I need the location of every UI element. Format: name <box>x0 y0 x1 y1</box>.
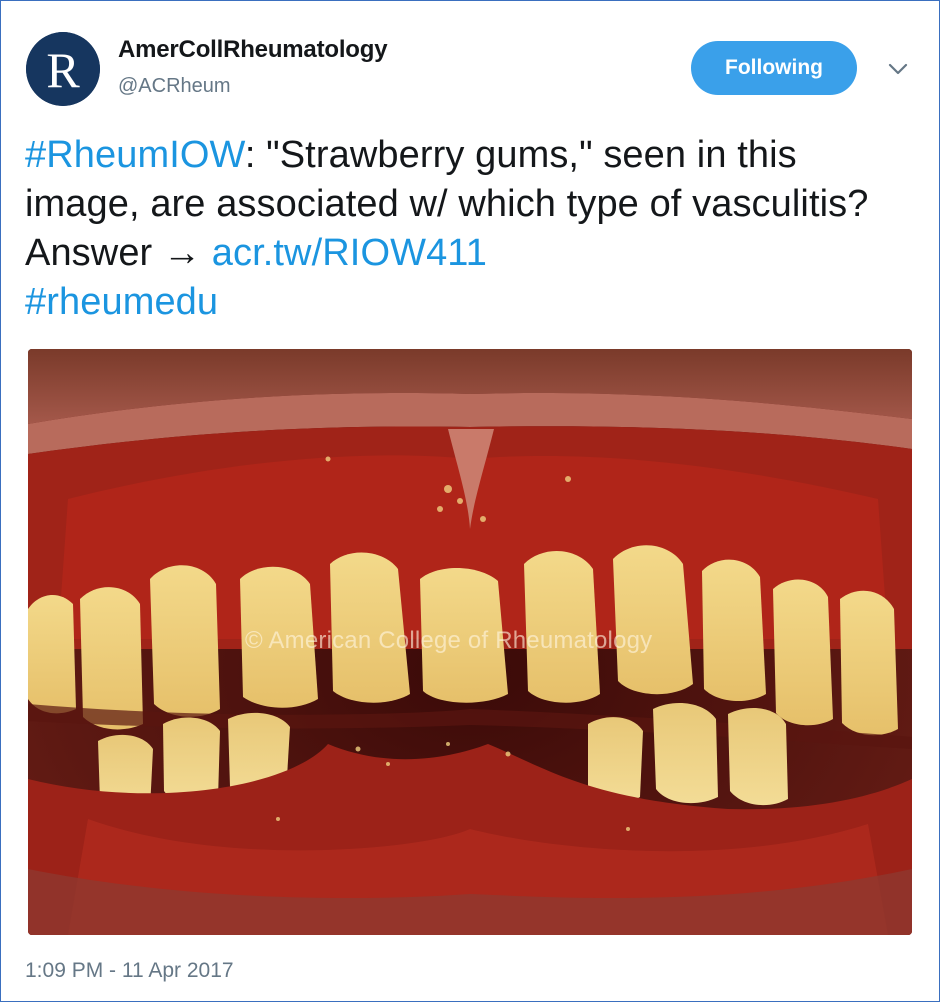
following-button[interactable]: Following <box>691 41 857 95</box>
avatar-logo: R <box>26 32 100 106</box>
display-name[interactable]: AmerCollRheumatology <box>118 36 388 64</box>
chevron-down-icon[interactable] <box>885 59 911 79</box>
tweet-card: R AmerCollRheumatology @ACRheum Followin… <box>0 0 940 1002</box>
tweet-text: #RheumIOW: "Strawberry gums," seen in th… <box>25 131 915 327</box>
tweet-photo[interactable]: © American College of Rheumatology <box>28 349 912 935</box>
timestamp[interactable]: 1:09 PM - 11 Apr 2017 <box>25 959 234 983</box>
hashtag-rheumiow[interactable]: #RheumIOW <box>25 134 245 176</box>
avatar-letter: R <box>46 42 80 98</box>
avatar[interactable]: R <box>26 32 100 106</box>
hashtag-rheumedu[interactable]: #rheumedu <box>25 281 218 323</box>
answer-link[interactable]: acr.tw/RIOW411 <box>212 232 487 274</box>
handle[interactable]: @ACRheum <box>118 75 231 98</box>
photo-watermark: © American College of Rheumatology <box>245 627 653 654</box>
